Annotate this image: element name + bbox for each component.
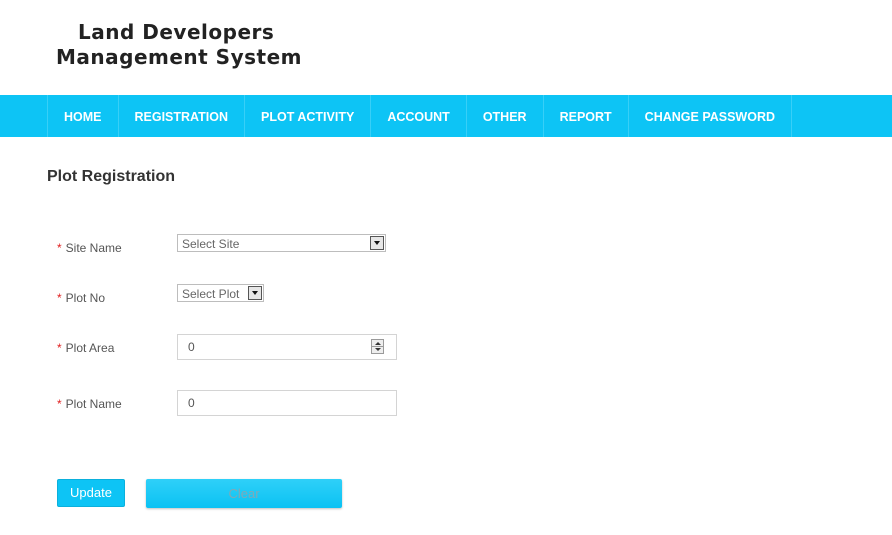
nav-registration[interactable]: REGISTRATION [119,95,246,137]
required-marker: * [57,291,62,305]
main-navbar: HOME REGISTRATION PLOT ACTIVITY ACCOUNT … [0,95,892,137]
plot-name-label-text: Plot Name [65,397,122,411]
app-title-line2: Management System [56,45,302,69]
plot-no-row: * Plot No Select Plot [57,284,557,316]
nav-plot-activity[interactable]: PLOT ACTIVITY [245,95,372,137]
nav-home[interactable]: HOME [48,95,119,137]
nav-account[interactable]: ACCOUNT [371,95,467,137]
plot-area-label: * Plot Area [57,341,114,355]
site-name-row: * Site Name Select Site [57,234,557,266]
chevron-down-icon[interactable] [370,236,384,250]
chevron-down-icon[interactable] [248,286,262,300]
nav-change-password[interactable]: CHANGE PASSWORD [629,95,793,137]
page-title: Plot Registration [47,168,176,185]
clear-button[interactable]: Clear [146,479,342,508]
plot-no-select[interactable]: Select Plot [177,284,264,302]
required-marker: * [57,397,62,411]
required-marker: * [57,341,62,355]
plot-no-value: Select Plot [182,287,240,301]
site-name-value: Select Site [182,237,240,251]
site-name-select[interactable]: Select Site [177,234,386,252]
plot-area-input[interactable]: 0 [177,334,397,360]
required-marker: * [57,241,62,255]
spinner-down-icon[interactable] [375,348,381,351]
number-spinner-icon[interactable] [371,339,384,354]
plot-name-label: * Plot Name [57,397,122,411]
nav-items: HOME REGISTRATION PLOT ACTIVITY ACCOUNT … [47,95,793,137]
spinner-divider [372,346,383,347]
update-button[interactable]: Update [57,479,125,507]
plot-area-row: * Plot Area 0 [57,334,557,366]
site-name-label-text: Site Name [65,241,122,255]
app-title-line1: Land Developers [78,20,275,44]
site-name-label: * Site Name [57,241,122,255]
nav-other[interactable]: OTHER [467,95,544,137]
nav-report[interactable]: REPORT [544,95,629,137]
plot-name-input[interactable]: 0 [177,390,397,416]
plot-no-label: * Plot No [57,291,105,305]
spinner-up-icon[interactable] [375,342,381,345]
plot-no-label-text: Plot No [65,291,106,305]
plot-area-value: 0 [188,340,195,354]
plot-area-label-text: Plot Area [65,341,115,355]
plot-name-row: * Plot Name 0 [57,390,557,422]
app-logo: Land Developers Management System [56,20,302,70]
plot-name-value: 0 [188,396,195,410]
